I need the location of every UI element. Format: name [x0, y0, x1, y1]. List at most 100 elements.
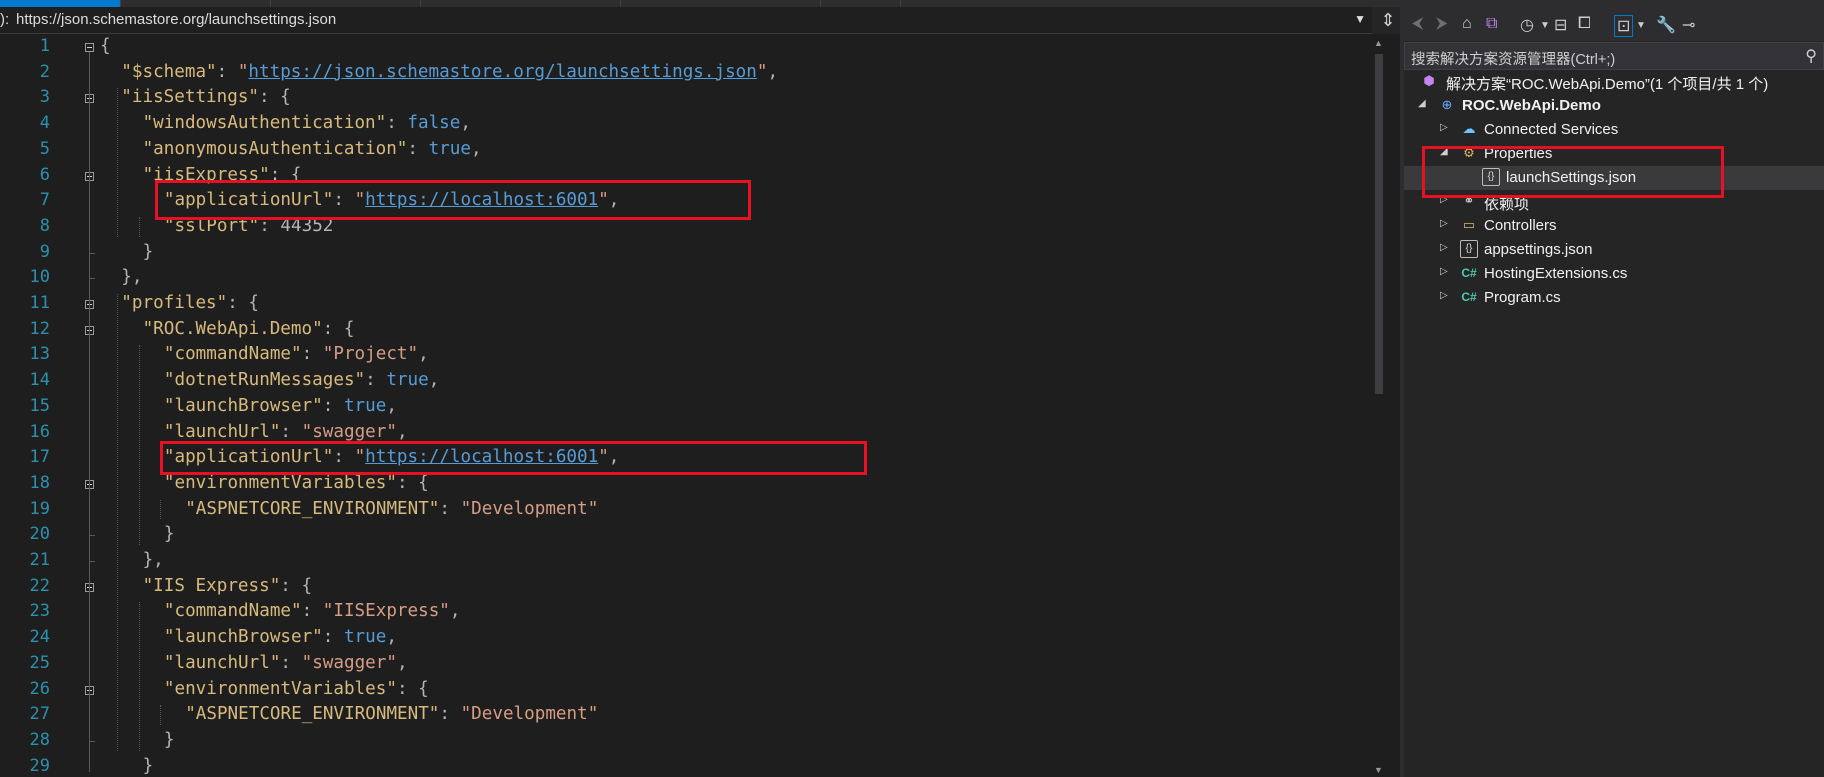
code-token: :	[407, 138, 429, 159]
chevron-down-icon[interactable]: ▼	[1636, 20, 1646, 31]
code-line[interactable]: "commandName": "Project",	[164, 342, 429, 368]
schema-navigation-bar[interactable]: ): https://json.schemastore.org/launchse…	[0, 7, 1372, 34]
pending-changes-icon[interactable]: ◷	[1520, 15, 1534, 35]
code-line[interactable]: "commandName": "IISExpress",	[164, 599, 461, 625]
tab-document[interactable]	[420, 0, 621, 7]
code-line[interactable]: }	[164, 522, 175, 548]
tree-item-label: HostingExtensions.cs	[1484, 265, 1628, 282]
tree-item-label: Program.cs	[1484, 289, 1561, 306]
indent-guide	[138, 602, 140, 751]
tab-document[interactable]	[270, 0, 421, 7]
code-token: ,	[386, 627, 397, 648]
code-token: "launchUrl"	[163, 652, 281, 673]
code-line[interactable]: "environmentVariables": {	[164, 677, 429, 703]
code-editor[interactable]: ): https://json.schemastore.org/launchse…	[0, 0, 1404, 777]
expand-arrow-icon[interactable]: ▷	[1440, 290, 1448, 301]
code-line[interactable]: "launchBrowser": true,	[164, 625, 397, 651]
schema-url: https://json.schemastore.org/launchsetti…	[16, 11, 337, 28]
code-line[interactable]: }	[143, 754, 154, 777]
code-token: ,	[470, 138, 482, 159]
search-placeholder: 搜索解决方案资源管理器(Ctrl+;)	[1411, 52, 1616, 68]
tree-item[interactable]: ▷ ☁ Connected Services	[1404, 118, 1824, 142]
code-token: }	[142, 241, 154, 262]
expand-arrow-icon[interactable]: ▷	[1440, 218, 1448, 229]
code-line[interactable]: "IIS Express": {	[143, 574, 312, 600]
show-all-files-icon[interactable]: ⧠	[1578, 15, 1591, 33]
line-number: 17	[29, 447, 50, 468]
solution-icon: ⬢	[1423, 73, 1435, 88]
tab-document[interactable]	[620, 0, 821, 7]
code-line[interactable]: }	[164, 728, 175, 754]
forward-icon[interactable]: ⮞	[1436, 15, 1448, 33]
code-link[interactable]: https://json.schemastore.org/launchsetti…	[248, 62, 756, 82]
code-token: "IISExpress"	[322, 601, 450, 622]
back-icon[interactable]: ⮜	[1412, 15, 1423, 33]
code-line[interactable]: "iisSettings": {	[121, 85, 290, 111]
tree-item[interactable]: ▷ C# HostingExtensions.cs	[1404, 262, 1824, 286]
code-token: :	[301, 344, 323, 365]
collapse-arrow-icon[interactable]: ◢	[1418, 98, 1426, 109]
code-token: true	[343, 627, 387, 648]
line-number: 13	[29, 344, 50, 365]
line-number: 29	[29, 755, 50, 776]
sync-active-document-icon[interactable]: ⊡	[1614, 15, 1634, 37]
code-token: }	[163, 524, 175, 545]
code-line[interactable]: },	[143, 548, 164, 574]
home-icon[interactable]: ⌂	[1462, 15, 1472, 33]
indent-guide	[159, 705, 161, 725]
tab-document[interactable]	[820, 0, 901, 7]
tree-item-label: appsettings.json	[1484, 241, 1593, 258]
switch-views-icon[interactable]: ⧉	[1486, 15, 1497, 33]
code-line[interactable]: "launchBrowser": true,	[164, 394, 397, 420]
line-number: 12	[29, 318, 50, 339]
fold-end-marker	[89, 740, 95, 742]
code-token: : {	[227, 293, 260, 313]
code-line[interactable]: "ASPNETCORE_ENVIRONMENT": "Development"	[185, 702, 598, 728]
expand-arrow-icon[interactable]: ▷	[1440, 122, 1448, 133]
expand-arrow-icon[interactable]: ▷	[1440, 266, 1448, 277]
expand-arrow-icon[interactable]: ▷	[1440, 242, 1448, 253]
scroll-up-icon[interactable]: ▲	[1374, 38, 1383, 48]
code-token: },	[121, 267, 143, 288]
code-token: ,	[386, 395, 397, 416]
code-line[interactable]: "launchUrl": "swagger",	[164, 651, 408, 677]
chevron-down-icon[interactable]: ▼	[1540, 20, 1550, 31]
code-line[interactable]: "$schema": "https://json.schemastore.org…	[121, 60, 778, 86]
code-token: "Development"	[460, 498, 599, 519]
tree-item[interactable]: ◢ ⊕ ROC.WebApi.Demo	[1404, 94, 1824, 118]
code-token: "launchBrowser"	[163, 395, 323, 416]
tree-item[interactable]: ▷ {} appsettings.json	[1404, 238, 1824, 262]
code-line[interactable]: "anonymousAuthentication": true,	[143, 137, 482, 163]
code-line[interactable]: },	[121, 265, 142, 291]
properties-wrench-icon[interactable]: 🔧	[1656, 15, 1676, 35]
code-line[interactable]: "ROC.WebApi.Demo": {	[143, 317, 355, 343]
search-icon[interactable]: ⚲	[1805, 46, 1817, 66]
fold-collapse-icon[interactable]	[85, 43, 94, 52]
tree-item[interactable]: ▷ C# Program.cs	[1404, 286, 1824, 310]
tab-document[interactable]	[120, 0, 271, 7]
line-number: 3	[39, 87, 50, 108]
code-token: "environmentVariables"	[163, 678, 397, 699]
scrollbar-thumb[interactable]	[1375, 54, 1383, 394]
tab-launchsettings[interactable]	[0, 0, 121, 7]
code-line[interactable]: {	[100, 34, 111, 60]
line-number: 19	[29, 498, 50, 519]
preview-icon[interactable]: ⊸	[1682, 15, 1695, 35]
tree-item[interactable]: ▷ ▭ Controllers	[1404, 214, 1824, 238]
line-number: 15	[29, 395, 50, 416]
fold-end-marker	[89, 278, 95, 280]
vertical-scrollbar[interactable]: ▲ ▼	[1372, 34, 1386, 777]
code-line[interactable]: "dotnetRunMessages": true,	[164, 368, 439, 394]
scroll-down-icon[interactable]: ▼	[1374, 765, 1383, 775]
chevron-down-icon[interactable]: ▼	[1354, 12, 1366, 26]
solution-search-box[interactable]: 搜索解决方案资源管理器(Ctrl+;) ⚲	[1404, 42, 1824, 70]
tree-item[interactable]: ⬢ 解决方案“ROC.WebApi.Demo”(1 个项目/共 1 个)	[1404, 70, 1824, 94]
fold-line	[89, 52, 90, 772]
code-token: {	[100, 36, 111, 56]
collapse-all-icon[interactable]: ⊟	[1554, 15, 1567, 35]
code-line[interactable]: "profiles": {	[121, 291, 259, 317]
code-line[interactable]: }	[143, 240, 154, 266]
line-number: 20	[29, 524, 50, 545]
code-line[interactable]: "windowsAuthentication": false,	[143, 111, 471, 137]
code-line[interactable]: "ASPNETCORE_ENVIRONMENT": "Development"	[185, 497, 598, 523]
